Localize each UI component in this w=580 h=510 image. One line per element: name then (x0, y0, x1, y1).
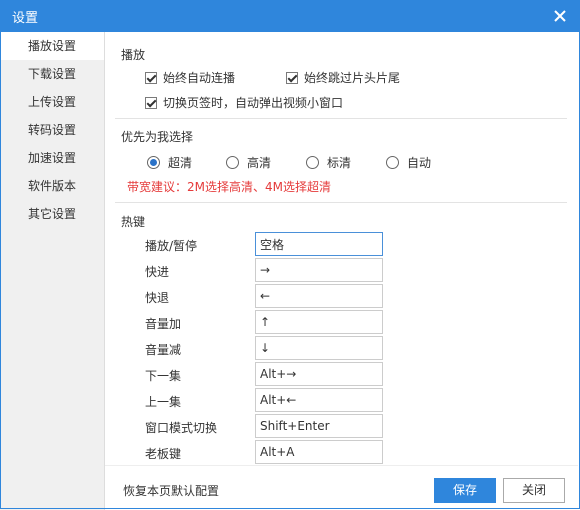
title-bar: 设置 (0, 0, 580, 32)
close-icon[interactable] (550, 6, 570, 26)
window-title: 设置 (12, 11, 39, 26)
window-border (0, 32, 580, 509)
